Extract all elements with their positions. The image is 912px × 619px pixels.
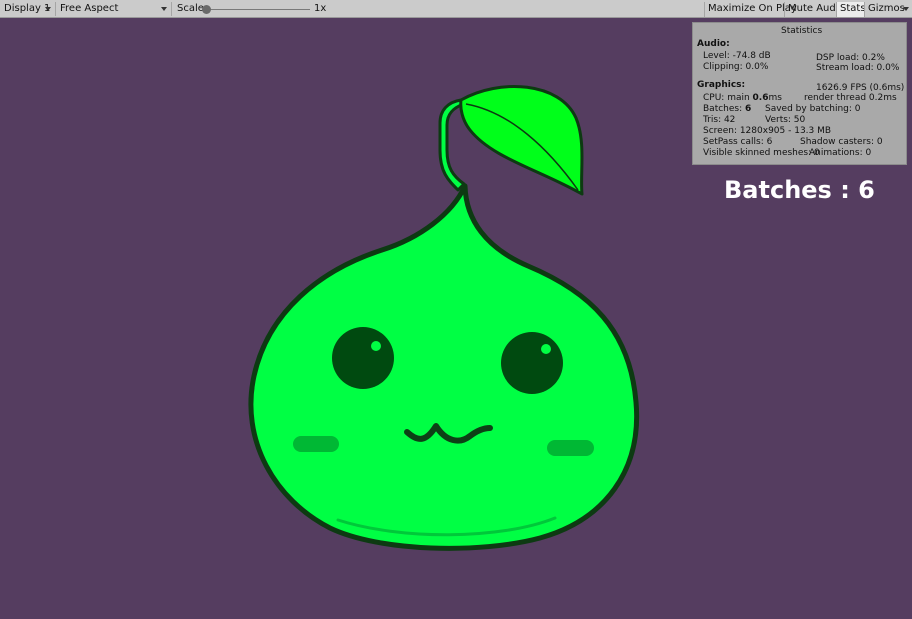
batches-value: 6 [745,104,752,114]
animations-count: Animations: 0 [809,148,872,158]
cpu-main-suffix: ms [768,93,782,103]
aspect-dropdown-label: Free Aspect [60,3,119,14]
maximize-on-play-button[interactable]: Maximize On Play [704,2,797,17]
stats-button-label: Stats [840,3,866,14]
screen-info: Screen: 1280x905 - 13.3 MB [703,126,832,136]
gizmos-button-label: Gizmos [868,3,905,14]
display-dropdown[interactable]: Display 1 [0,2,56,16]
slime-leaf [459,84,584,196]
aspect-dropdown[interactable]: Free Aspect [56,2,172,16]
gizmos-chevron-down-icon[interactable] [903,7,909,11]
tris-count: Tris: 42 [703,115,736,125]
graphics-header: Graphics: [697,80,746,90]
scale-label: Scale [177,3,204,14]
stream-load: Stream load: 0.0% [816,63,900,73]
mute-audio-button[interactable]: Mute Audio [784,2,845,17]
shadow-casters: Shadow casters: 0 [800,137,883,147]
slime-right-cheek [547,440,594,456]
cpu-main-value: 0.6 [752,93,769,103]
setpass-calls: SetPass calls: 6 [703,137,773,147]
scale-value: 1x [314,3,327,14]
audio-header: Audio: [697,39,730,49]
slime-right-eye [501,332,563,394]
scale-slider-track[interactable] [206,9,310,10]
slime-left-cheek [293,436,339,452]
audio-level: Level: -74.8 dB [703,51,771,61]
scale-slider-handle[interactable] [202,5,211,14]
chevron-down-icon [161,7,167,11]
visible-skinned-meshes: Visible skinned meshes: 0 [703,148,820,158]
audio-clipping: Clipping: 0.0% [703,62,769,72]
batches-overlay-label: Batches : 6 [724,176,875,204]
render-thread: render thread 0.2ms [804,93,897,103]
display-dropdown-label: Display 1 [4,3,51,14]
saved-by-batching: Saved by batching: 0 [765,104,861,114]
slime-body [248,183,640,551]
statistics-title: Statistics [781,26,823,36]
statistics-panel: Statistics Audio: Level: -74.8 dB Clippi… [692,22,907,165]
verts-count: Verts: 50 [765,115,806,125]
cpu-main: CPU: main 0.6ms [703,93,782,104]
stats-button[interactable]: Stats [836,2,866,17]
cpu-main-prefix: CPU: main [703,93,753,103]
game-view-toolbar: Display 1 Free Aspect Scale 1x Maximize … [0,0,912,18]
batches-prefix: Batches: [703,104,745,114]
batches-count: Batches: 6 [703,104,751,115]
slime-left-eye [332,327,394,389]
chevron-down-icon [45,7,51,11]
